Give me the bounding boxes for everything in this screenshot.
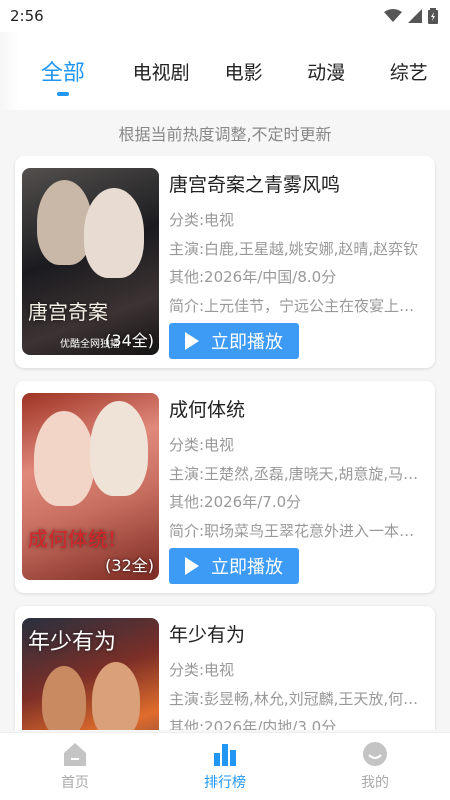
status-bar: 2:56 [0, 0, 450, 32]
nav-ranking[interactable]: 排行榜 [150, 741, 300, 792]
poster-figure [90, 401, 148, 496]
item-info: 年少有为 分类:电视 主演:彭昱畅,林允,刘冠麟,王天放,何蓝逗 其他:2026… [159, 618, 427, 730]
poster-title: 唐宫奇案 [28, 300, 108, 324]
list-item[interactable]: 年少有为 年少有为 分类:电视 主演:彭昱畅,林允,刘冠麟,王天放,何蓝逗 其他… [15, 606, 435, 730]
nav-home[interactable]: 首页 [0, 741, 150, 792]
item-category: 分类:电视 [169, 661, 235, 679]
nav-profile[interactable]: 我的 [300, 741, 450, 792]
item-title[interactable]: 唐宫奇案之青雾风鸣 [169, 170, 427, 206]
item-other: 其他:2026年/中国/8.0分 [169, 268, 337, 286]
play-icon [185, 332, 199, 350]
profile-icon [363, 742, 387, 766]
item-title[interactable]: 成何体统 [169, 395, 427, 431]
poster-figure [34, 411, 94, 506]
battery-icon [428, 8, 438, 24]
item-cast: 主演:彭昱畅,林允,刘冠麟,王天放,何蓝逗 [169, 689, 427, 708]
ranking-notice: 根据当前热度调整,不定时更新 [118, 125, 332, 144]
item-info: 成何体统 分类:电视 主演:王楚然,丞磊,唐晓天,胡意旋,马启越 其他:2026… [159, 393, 427, 584]
status-time: 2:56 [10, 7, 44, 25]
poster-figure [92, 662, 140, 730]
episode-count: (34全) [105, 331, 154, 350]
poster-title: 年少有为 [28, 630, 117, 655]
poster-image[interactable]: 年少有为 [22, 618, 159, 730]
item-title[interactable]: 年少有为 [169, 620, 427, 656]
tab-anime[interactable]: 动漫 [285, 32, 368, 110]
play-label: 立即播放 [211, 557, 283, 578]
item-other: 其他:2026年/内地/3.0分 [169, 718, 337, 730]
play-button[interactable]: 立即播放 [169, 548, 299, 584]
poster-image[interactable]: 唐宫奇案 优酷全网独播 (34全) [22, 168, 159, 355]
category-tabs: 全部 电视剧 电影 动漫 综艺 [0, 32, 450, 110]
nav-profile-label: 我的 [361, 775, 389, 791]
play-button[interactable]: 立即播放 [169, 323, 299, 359]
tab-tv[interactable]: 电视剧 [120, 32, 203, 110]
item-category: 分类:电视 [169, 211, 235, 229]
poster-image[interactable]: 成何体统! (32全) [22, 393, 159, 580]
nav-home-label: 首页 [61, 775, 89, 791]
tab-all[interactable]: 全部 [36, 32, 90, 110]
item-info: 唐宫奇案之青雾风鸣 分类:电视 主演:白鹿,王星越,姚安娜,赵晴,赵弈钦 其他:… [159, 168, 427, 359]
item-intro: 简介:上元佳节，宁远公主在夜宴上离奇身亡 [169, 296, 427, 315]
tab-movie[interactable]: 电影 [202, 32, 285, 110]
poster-figure [84, 188, 144, 278]
nav-ranking-label: 排行榜 [204, 775, 246, 791]
episode-count: (32全) [105, 556, 154, 575]
signal-icon [408, 9, 422, 23]
poster-title: 成何体统! [28, 527, 117, 551]
item-cast: 主演:王楚然,丞磊,唐晓天,胡意旋,马启越 [169, 464, 427, 483]
item-other: 其他:2026年/7.0分 [169, 493, 302, 511]
poster-figure [42, 666, 86, 730]
item-category: 分类:电视 [169, 436, 235, 454]
item-cast: 主演:白鹿,王星越,姚安娜,赵晴,赵弈钦 [169, 239, 419, 258]
play-icon [185, 557, 199, 575]
list-item[interactable]: 唐宫奇案 优酷全网独播 (34全) 唐宫奇案之青雾风鸣 分类:电视 主演:白鹿,… [15, 156, 435, 368]
tabs-fade [0, 32, 20, 110]
list-item[interactable]: 成何体统! (32全) 成何体统 分类:电视 主演:王楚然,丞磊,唐晓天,胡意旋… [15, 381, 435, 593]
play-label: 立即播放 [211, 332, 283, 353]
ranking-icon [214, 744, 236, 766]
tab-variety[interactable]: 综艺 [367, 32, 450, 110]
bottom-nav: 首页 排行榜 我的 [0, 732, 450, 800]
ranking-list: 唐宫奇案 优酷全网独播 (34全) 唐宫奇案之青雾风鸣 分类:电视 主演:白鹿,… [0, 156, 450, 730]
status-icons [384, 8, 438, 24]
wifi-icon [384, 9, 402, 22]
item-intro: 简介:职场菜鸟王翠花意外进入一本小说 [169, 521, 427, 540]
home-icon [64, 743, 86, 766]
